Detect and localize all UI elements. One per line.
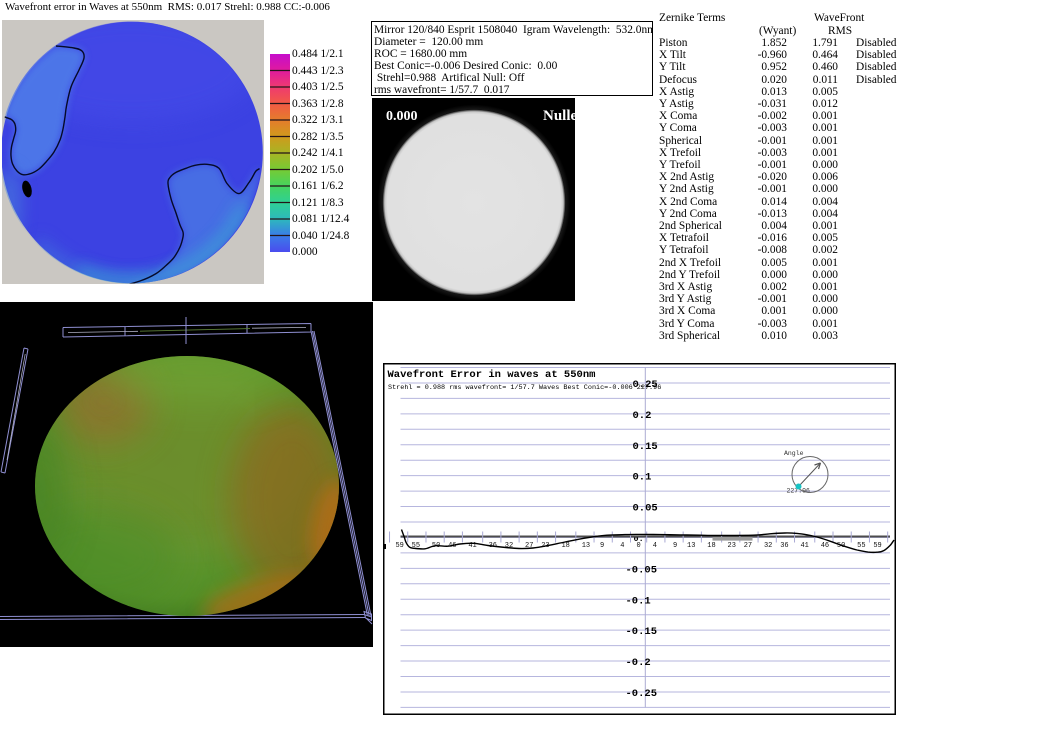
svg-text:Angle: Angle [784,450,804,457]
svg-text:9: 9 [673,542,677,550]
svg-text:55: 55 [857,542,865,550]
svg-text:41: 41 [800,542,808,550]
svg-text:18: 18 [561,542,569,550]
svg-text:0.05: 0.05 [633,503,658,515]
svg-text:59: 59 [395,542,403,550]
svg-text:Strehl = 0.988 rms wavefront=: Strehl = 0.988 rms wavefront= 1/57.7 Wav… [388,384,661,392]
svg-text:-0.05: -0.05 [626,564,658,576]
svg-text:Wavefront Error in waves at 55: Wavefront Error in waves at 550nm [388,369,596,381]
svg-text:0.1: 0.1 [633,472,652,484]
svg-text:-0.2: -0.2 [626,657,651,669]
svg-text:13: 13 [582,542,590,550]
svg-text:0: 0 [636,542,640,550]
svg-text:-0.15: -0.15 [626,626,658,638]
svg-text:23: 23 [728,542,736,550]
svg-text:36: 36 [780,542,788,550]
svg-text:13: 13 [687,542,695,550]
svg-text:4: 4 [620,542,624,550]
svg-text:27: 27 [744,542,752,550]
svg-text:0.15: 0.15 [633,441,658,453]
svg-text:9: 9 [600,542,604,550]
svg-text:59: 59 [873,542,881,550]
svg-text:32: 32 [505,542,513,550]
svg-text:-0.1: -0.1 [626,595,651,607]
svg-text:46: 46 [821,542,829,550]
svg-text:4: 4 [653,542,657,550]
svg-text:32: 32 [764,542,772,550]
svg-text:18: 18 [707,542,715,550]
svg-text:0.2: 0.2 [633,410,652,422]
svg-text:-0.25: -0.25 [626,688,658,700]
